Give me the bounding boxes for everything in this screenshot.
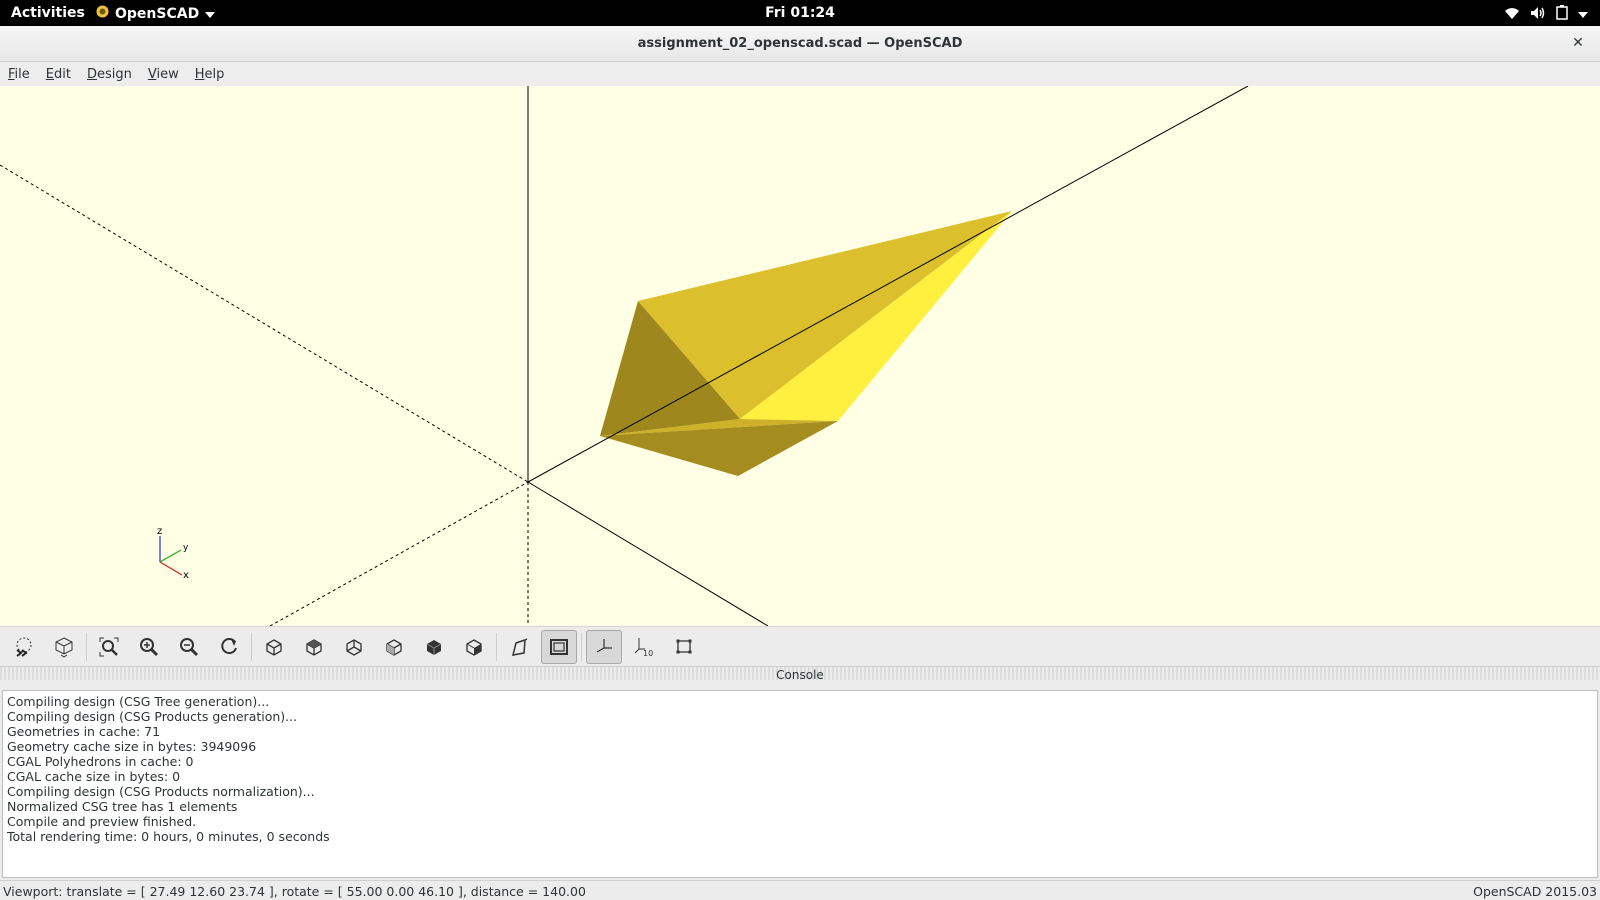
openscad-app-icon (96, 5, 109, 22)
view-right-button[interactable] (256, 630, 292, 664)
wifi-icon (1504, 6, 1520, 24)
view-all-icon (99, 637, 119, 656)
system-status-area[interactable] (1504, 5, 1588, 24)
console-output[interactable]: Compiling design (CSG Tree generation)..… (2, 690, 1598, 878)
view-bottom-icon (346, 638, 362, 656)
system-top-bar: Activities OpenSCAD Fri 01:24 (0, 0, 1600, 26)
view-left-button[interactable] (376, 630, 412, 664)
menubar: File Edit Design View Help (0, 62, 1600, 86)
console-line: Normalized CSG tree has 1 elements (7, 799, 238, 814)
orthogonal-button[interactable] (541, 629, 577, 664)
window-titlebar[interactable]: assignment_02_openscad.scad — OpenSCAD ✕ (0, 26, 1600, 62)
view-back-button[interactable] (456, 630, 492, 664)
console-dock-header[interactable]: Console (0, 666, 1600, 682)
axis-indicator-x: x (183, 570, 189, 581)
status-bar: Viewport: translate = [ 27.49 12.60 23.7… (0, 880, 1600, 900)
app-menu-button[interactable]: OpenSCAD (96, 5, 216, 22)
menu-design[interactable]: Design (87, 67, 132, 82)
model-polyhedron (600, 211, 1012, 476)
3d-viewport[interactable]: z y x (0, 86, 1600, 626)
view-bottom-button[interactable] (336, 630, 372, 664)
view-right-icon (266, 638, 282, 656)
reset-view-icon (221, 637, 237, 654)
menu-file[interactable]: File (8, 67, 30, 82)
preview-icon (16, 637, 32, 657)
toolbar-separator (251, 632, 252, 661)
console-line: CGAL cache size in bytes: 0 (7, 769, 181, 784)
chevron-down-icon (1578, 7, 1588, 22)
positive-y-axis (527, 86, 1249, 483)
console-line: Compile and preview finished. (7, 814, 197, 829)
show-scale-markers-icon: 10 (634, 637, 653, 658)
show-axes-button[interactable] (586, 629, 622, 664)
reset-view-button[interactable] (211, 630, 247, 664)
menu-view[interactable]: View (148, 67, 179, 82)
axis-indicator-z: z (157, 526, 162, 537)
view-left-icon (386, 638, 402, 656)
console-line: CGAL Polyhedrons in cache: 0 (7, 754, 194, 769)
console-line: Compiling design (CSG Products normaliza… (7, 784, 315, 799)
window-title: assignment_02_openscad.scad — OpenSCAD (637, 36, 963, 51)
console-line: Geometry cache size in bytes: 3949096 (7, 739, 257, 754)
viewport-canvas[interactable]: z y x (0, 86, 1600, 626)
zoom-out-icon (180, 637, 199, 656)
zoom-in-icon (140, 637, 159, 656)
menu-help[interactable]: Help (195, 67, 225, 82)
render-button[interactable] (46, 630, 82, 664)
view-top-button[interactable] (296, 630, 332, 664)
clock[interactable]: Fri 01:24 (765, 5, 835, 21)
activities-button[interactable]: Activities (11, 5, 85, 21)
zoom-in-button[interactable] (131, 630, 167, 664)
zoom-out-button[interactable] (171, 630, 207, 664)
volume-icon (1530, 6, 1546, 24)
perspective-icon (511, 637, 528, 656)
console-line: Compiling design (CSG Products generatio… (7, 709, 298, 724)
console-line: Total rendering time: 0 hours, 0 minutes… (7, 829, 330, 844)
orthogonal-icon (550, 638, 568, 655)
view-toolbar: 10 (0, 626, 1600, 666)
view-front-button[interactable] (416, 630, 452, 664)
app-menu-label: OpenSCAD (115, 5, 200, 22)
show-axes-icon (596, 638, 612, 653)
chevron-down-icon (205, 6, 216, 22)
negative-x-axis (0, 164, 529, 483)
console-line: Geometries in cache: 71 (7, 724, 161, 739)
axes-indicator: z y x (157, 526, 189, 581)
close-icon[interactable]: ✕ (1570, 35, 1586, 51)
version-label: OpenSCAD 2015.03 (1473, 884, 1597, 899)
view-all-button[interactable] (91, 630, 127, 664)
render-icon (55, 636, 73, 658)
preview-button[interactable] (6, 630, 42, 664)
toolbar-separator (496, 632, 497, 661)
toolbar-separator (581, 632, 582, 661)
viewport-status: Viewport: translate = [ 27.49 12.60 23.7… (3, 884, 586, 899)
menu-edit[interactable]: Edit (46, 67, 71, 82)
svg-text:10: 10 (643, 649, 653, 658)
show-scale-markers-button[interactable]: 10 (626, 630, 662, 664)
show-edges-icon (676, 639, 692, 653)
toolbar-separator (86, 632, 87, 661)
negative-y-axis (269, 481, 529, 626)
console-line: Compiling design (CSG Tree generation)..… (7, 694, 270, 709)
perspective-button[interactable] (501, 630, 537, 664)
positive-x-axis (527, 481, 769, 626)
console-title: Console (776, 668, 824, 682)
show-edges-button[interactable] (666, 630, 702, 664)
battery-icon (1556, 5, 1568, 24)
view-back-icon (466, 638, 482, 656)
view-top-icon (306, 638, 322, 656)
view-front-icon (426, 639, 442, 655)
axis-indicator-y: y (183, 543, 189, 553)
